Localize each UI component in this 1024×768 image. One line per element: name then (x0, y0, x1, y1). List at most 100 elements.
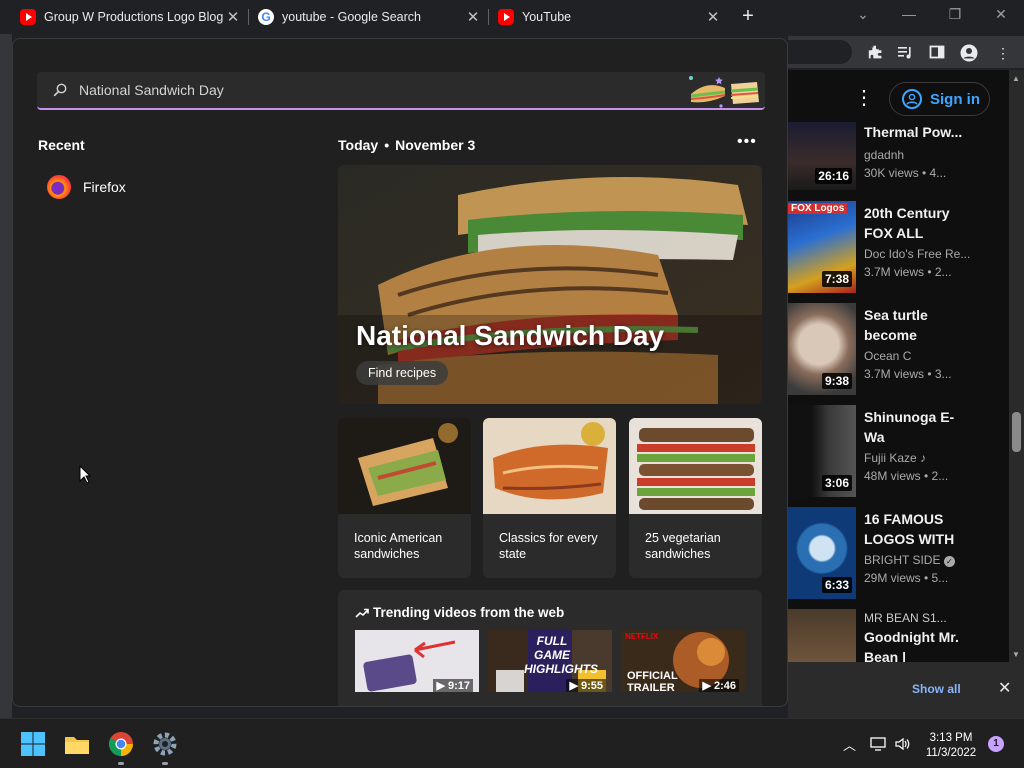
new-tab-button[interactable]: + (738, 5, 758, 28)
video-channel[interactable]: Fujii Kaze ♪ (864, 451, 974, 465)
video-item[interactable]: MR BEAN S1... Goodnight Mr. Bean | Episo… (788, 609, 1008, 662)
video-thumbnail[interactable]: 3:06 (788, 405, 856, 497)
video-title[interactable]: 20th Century FOX ALL Intro... (864, 203, 968, 243)
profile-icon[interactable] (960, 44, 978, 62)
card-label: 25 vegetarian sandwiches (645, 531, 721, 561)
card-label: Iconic American sandwiches (354, 531, 443, 561)
scroll-up-icon[interactable]: ▲ (1012, 74, 1020, 83)
restore-icon[interactable]: ❐ (945, 6, 965, 23)
video-title[interactable]: 16 FAMOUS LOGOS WITH ... (864, 509, 968, 549)
video-item[interactable]: FOX Logos 7:38 20th Century FOX ALL Intr… (788, 201, 1008, 297)
video-views: 30K views • 4... (864, 166, 947, 180)
trending-videos-section: Trending videos from the web ▶ 9:17 FULL… (338, 590, 762, 706)
tab-title: YouTube (522, 10, 572, 24)
video-title[interactable]: Sea turtle become kings... (864, 305, 968, 345)
video-thumbnail[interactable]: 26:16 (788, 122, 856, 190)
browser-menu-icon[interactable]: ⋮ (994, 44, 1012, 62)
today-date: November 3 (395, 137, 476, 153)
video-duration: 3:06 (821, 475, 852, 491)
account-icon (902, 89, 922, 109)
tab-youtube[interactable]: YouTube ✕ (478, 4, 728, 30)
window-close-icon[interactable]: ✕ (991, 6, 1011, 23)
video-title[interactable]: Thermal Pow... (864, 122, 968, 142)
video-duration: ▶ 9:17 (433, 679, 473, 692)
file-explorer-icon[interactable] (62, 729, 92, 759)
notification-badge[interactable]: 1 (988, 736, 1004, 752)
video-item[interactable]: 9:38 Sea turtle become kings... Ocean C … (788, 303, 1008, 399)
show-all-button[interactable]: Show all (912, 682, 961, 696)
video-overline: MR BEAN S1... (864, 611, 947, 625)
video-thumbnail[interactable] (788, 609, 856, 662)
address-bar[interactable] (788, 40, 852, 64)
sign-in-button[interactable]: Sign in (889, 82, 990, 116)
search-box[interactable] (37, 72, 765, 110)
video-item[interactable]: 6:33 16 FAMOUS LOGOS WITH ... BRIGHT SID… (788, 507, 1008, 603)
trending-video[interactable]: FULL GAME HIGHLIGHTS ▶ 9:55 (488, 630, 612, 692)
sign-in-label: Sign in (930, 90, 980, 108)
video-duration: 9:38 (821, 373, 852, 389)
video-title[interactable]: Goodnight Mr. Bean | Episod... (864, 627, 968, 662)
video-channel[interactable]: Doc Ido's Free Re... (864, 247, 974, 261)
hero-card[interactable]: National Sandwich Day Find recipes (338, 165, 762, 404)
search-icon (53, 83, 67, 97)
more-options-button[interactable]: ••• (737, 133, 757, 151)
start-icon[interactable] (18, 729, 48, 759)
browser-background (0, 34, 12, 718)
video-thumbnail[interactable]: 9:38 (788, 303, 856, 395)
network-icon[interactable] (870, 737, 886, 751)
show-hidden-icons-icon[interactable]: ︿ (843, 735, 856, 754)
card-25-vegetarian-sandwiches[interactable]: 25 vegetarian sandwiches (629, 418, 762, 578)
minimize-icon[interactable]: — (899, 6, 919, 22)
tab-google-search[interactable]: G youtube - Google Search ✕ (238, 4, 488, 30)
trending-title: Trending videos from the web (373, 605, 565, 620)
mouse-cursor-icon (79, 465, 91, 484)
close-download-bar-icon[interactable]: ✕ (998, 678, 1011, 698)
tab-search-icon[interactable]: ⌄ (853, 6, 873, 23)
tab-title: Group W Productions Logo Blog (44, 10, 224, 24)
extensions-icon[interactable] (866, 44, 884, 62)
tab-group-w-productions[interactable]: Group W Productions Logo Blog ✕ (0, 4, 248, 30)
netflix-badge: NETFLIX (625, 632, 659, 641)
video-views: 48M views • 2... (864, 469, 949, 483)
chrome-icon[interactable] (106, 729, 136, 759)
search-flyout: Recent Firefox Today • November 3 ••• Nati… (12, 38, 788, 707)
settings-icon[interactable] (150, 729, 180, 759)
card-image (338, 418, 471, 514)
card-iconic-american-sandwiches[interactable]: Iconic American sandwiches (338, 418, 471, 578)
card-classics-for-every-state[interactable]: Classics for every state (483, 418, 616, 578)
scroll-down-icon[interactable]: ▼ (1012, 650, 1020, 659)
side-panel-icon[interactable] (928, 44, 946, 62)
channel-name: Fujii Kaze (864, 451, 917, 465)
trending-video[interactable]: ▶ 9:17 (355, 630, 479, 692)
video-thumbnail[interactable]: FOX Logos 7:38 (788, 201, 856, 293)
card-label: Classics for every state (499, 531, 598, 561)
media-control-icon[interactable] (896, 44, 914, 62)
find-recipes-button[interactable]: Find recipes (356, 361, 449, 385)
video-title[interactable]: Shinunoga E-Wa (864, 407, 968, 447)
video-item[interactable]: 3:06 Shinunoga E-Wa Fujii Kaze ♪ 48M vie… (788, 405, 1008, 501)
search-input[interactable] (77, 72, 677, 108)
taskbar: ︿ 3:13 PM 11/3/2022 1 (0, 718, 1024, 768)
volume-icon[interactable] (894, 736, 910, 752)
system-clock[interactable]: 3:13 PM 11/3/2022 (922, 731, 980, 761)
youtube-page: ⋮ Sign in 26:16 Thermal Pow... gdadnh 30… (788, 70, 1024, 662)
youtube-menu-icon[interactable]: ⋮ (854, 88, 874, 108)
hero-title: National Sandwich Day (356, 320, 665, 351)
video-channel[interactable]: BRIGHT SIDE ✓ (864, 553, 974, 567)
duration-text: 9:17 (447, 680, 470, 692)
video-duration: 7:38 (821, 271, 852, 287)
video-channel[interactable]: gdadnh (864, 148, 974, 162)
music-note-icon: ♪ (920, 451, 927, 465)
tab-title: youtube - Google Search (282, 10, 421, 24)
recent-item-firefox[interactable]: Firefox (47, 173, 126, 201)
scrollbar-thumb[interactable] (1012, 412, 1021, 452)
download-bar: Show all ✕ (788, 662, 1024, 718)
close-tab-icon[interactable]: ✕ (706, 8, 720, 26)
video-channel[interactable]: Ocean C (864, 349, 974, 363)
video-thumbnail[interactable]: 6:33 (788, 507, 856, 599)
verified-icon: ✓ (943, 556, 955, 567)
youtube-scrollbar[interactable]: ▲ ▼ (1009, 70, 1024, 662)
chrome-running-indicator (118, 762, 124, 765)
trending-video[interactable]: NETFLIX OFFICIAL TRAILER ▶ 2:46 (621, 630, 745, 692)
today-label: Today (338, 137, 379, 153)
